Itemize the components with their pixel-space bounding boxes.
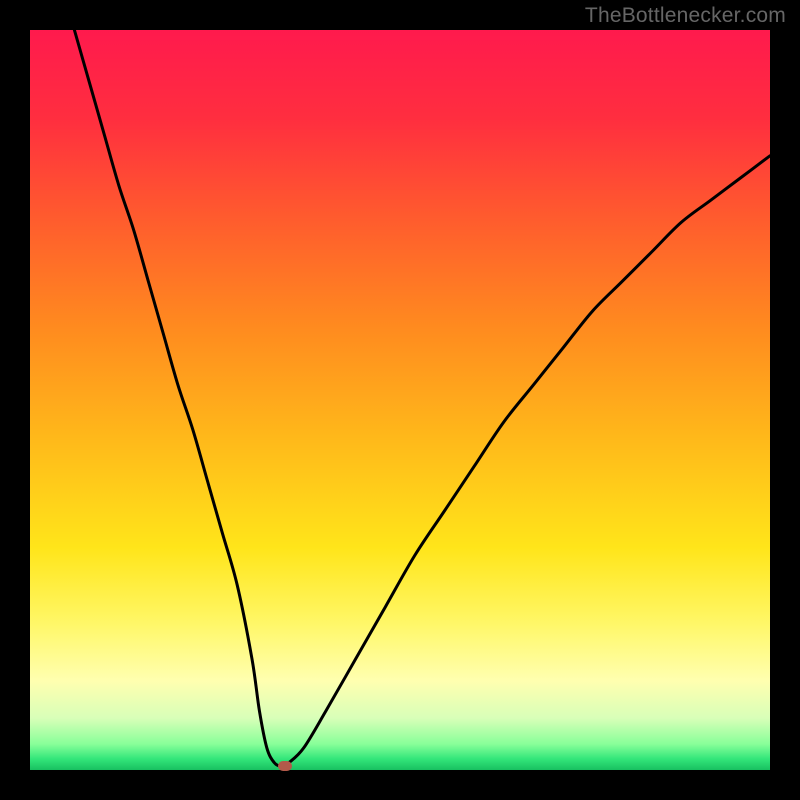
attribution-text: TheBottlenecker.com — [585, 4, 786, 28]
bottleneck-curve — [30, 30, 770, 770]
plot-area — [30, 30, 770, 770]
optimal-point-marker — [278, 761, 292, 771]
